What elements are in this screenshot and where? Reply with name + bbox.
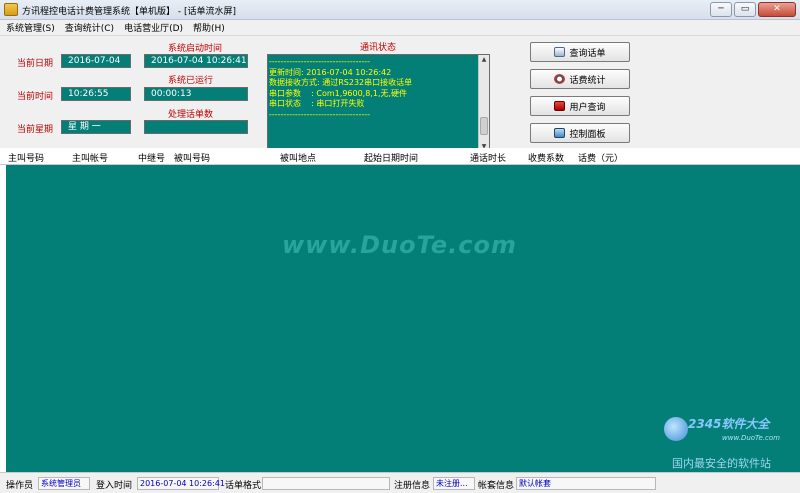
processed-value (144, 120, 248, 134)
uptime-label: 系统已运行 (168, 76, 214, 86)
comm-status-title: 通讯状态 (360, 43, 397, 53)
comm-line: ----------------------------------- (269, 109, 371, 119)
minimize-button[interactable]: ─ (710, 2, 732, 17)
query-bill-label: 查询话单 (569, 48, 606, 59)
menu-bar: 系统管理(S) 查询统计(C) 电话营业厅(D) 帮助(H) (0, 20, 800, 36)
col-rate[interactable]: 收费系数 (528, 151, 564, 164)
login-time-label: 登入时间 (96, 481, 133, 491)
bill-stats-button[interactable]: 话费统计 (530, 69, 630, 89)
comm-status-text: ----------------------------------- 更新时间… (269, 57, 479, 120)
comm-line: 串口状态 : 串口打开失败 (269, 99, 365, 108)
processed-label: 处理话单数 (168, 110, 214, 120)
user-query-button[interactable]: 用户查询 (530, 96, 630, 116)
table-header: 主叫号码 主叫帐号 中继号 被叫号码 被叫地点 起始日期时间 通话时长 收费系数… (0, 148, 800, 165)
start-time-label: 系统启动时间 (168, 44, 223, 54)
control-panel-icon (554, 128, 566, 138)
col-callee-location[interactable]: 被叫地点 (280, 151, 316, 164)
control-panel-button[interactable]: 控制面板 (530, 123, 630, 143)
restore-button[interactable]: ▭ (734, 2, 756, 17)
account-info-label: 帐套信息 (478, 481, 515, 491)
bill-list-area[interactable]: www.DuoTe.com 2345软件大全 www.DuoTe.com 国内最… (6, 165, 800, 472)
account-info-value: 默认帐套 (516, 477, 656, 490)
col-start-datetime[interactable]: 起始日期时间 (364, 151, 418, 164)
title-bar: 方讯程控电话计费管理系统【单机版】 - [话单流水屏] ─ ▭ ✕ (0, 0, 800, 20)
watermark: www.DuoTe.com (282, 231, 517, 259)
reg-info-value: 未注册... (433, 477, 475, 490)
current-date-value: 2016-07-04 (61, 54, 131, 68)
menu-help[interactable]: 帮助(H) (193, 21, 225, 34)
col-duration[interactable]: 通话时长 (470, 151, 506, 164)
operator-label: 操作员 (6, 481, 34, 491)
current-weekday-label: 当前星期 (17, 125, 54, 135)
start-time-value: 2016-07-04 10:26:41 (144, 54, 248, 68)
close-button[interactable]: ✕ (758, 2, 796, 17)
col-trunk[interactable]: 中继号 (138, 151, 165, 164)
comm-line: 更新时间: 2016-07-04 10:26:42 (269, 67, 392, 77)
bill-format-label: 话单格式 (225, 481, 262, 491)
window-title: 方讯程控电话计费管理系统【单机版】 - [话单流水屏] (22, 7, 236, 17)
table-icon (554, 47, 566, 57)
status-bar: 操作员 系统管理员 登入时间 2016-07-04 10:26:41 话单格式 … (0, 472, 800, 493)
reg-info-label: 注册信息 (394, 481, 431, 491)
window-controls: ─ ▭ ✕ (710, 2, 796, 17)
user-query-label: 用户查询 (569, 102, 606, 113)
current-time-label: 当前时间 (17, 92, 54, 102)
bill-stats-label: 话费统计 (569, 75, 606, 86)
comm-line: ----------------------------------- (269, 57, 371, 66)
brand-url: www.DuoTe.com (722, 434, 780, 442)
info-panel: 当前日期 2016-07-04 当前时间 10:26:55 当前星期 星 期 一… (0, 36, 800, 153)
menu-phone-hall[interactable]: 电话营业厅(D) (124, 21, 183, 34)
comm-status-box: ----------------------------------- 更新时间… (267, 54, 490, 153)
current-date-label: 当前日期 (17, 59, 54, 69)
current-time-value: 10:26:55 (61, 87, 131, 101)
phone-icon (554, 101, 566, 111)
uptime-value: 00:00:13 (144, 87, 248, 101)
brand-logo: 2345软件大全 www.DuoTe.com 国内最安全的软件站 (664, 413, 800, 470)
control-panel-label: 控制面板 (569, 129, 606, 140)
comm-line: 数据接收方式: 通过RS232串口接收话单 (269, 78, 413, 87)
col-caller-account[interactable]: 主叫帐号 (72, 151, 108, 164)
comm-scrollbar[interactable]: ▲ ▼ (478, 55, 489, 152)
col-caller-number[interactable]: 主叫号码 (8, 151, 44, 164)
login-time-value: 2016-07-04 10:26:41 (137, 477, 225, 490)
col-callee-number[interactable]: 被叫号码 (174, 151, 210, 164)
comm-line: 串口参数 : Com1,9600,8,1,无,硬件 (269, 88, 408, 98)
brand-slogan: 国内最安全的软件站 (672, 457, 771, 470)
bill-format-value (262, 477, 390, 490)
operator-value: 系统管理员 (38, 477, 90, 490)
scroll-up-icon[interactable]: ▲ (479, 55, 489, 65)
bird-logo-icon (664, 417, 688, 441)
app-icon (4, 3, 18, 16)
scroll-thumb[interactable] (480, 117, 488, 135)
current-weekday-value: 星 期 一 (61, 120, 131, 134)
menu-system[interactable]: 系统管理(S) (6, 21, 55, 34)
menu-query-stats[interactable]: 查询统计(C) (65, 21, 114, 34)
query-bill-button[interactable]: 查询话单 (530, 42, 630, 62)
brand-name: 2345软件大全 (688, 417, 770, 431)
col-fee[interactable]: 话费（元） (578, 151, 623, 164)
stats-icon (554, 74, 566, 84)
